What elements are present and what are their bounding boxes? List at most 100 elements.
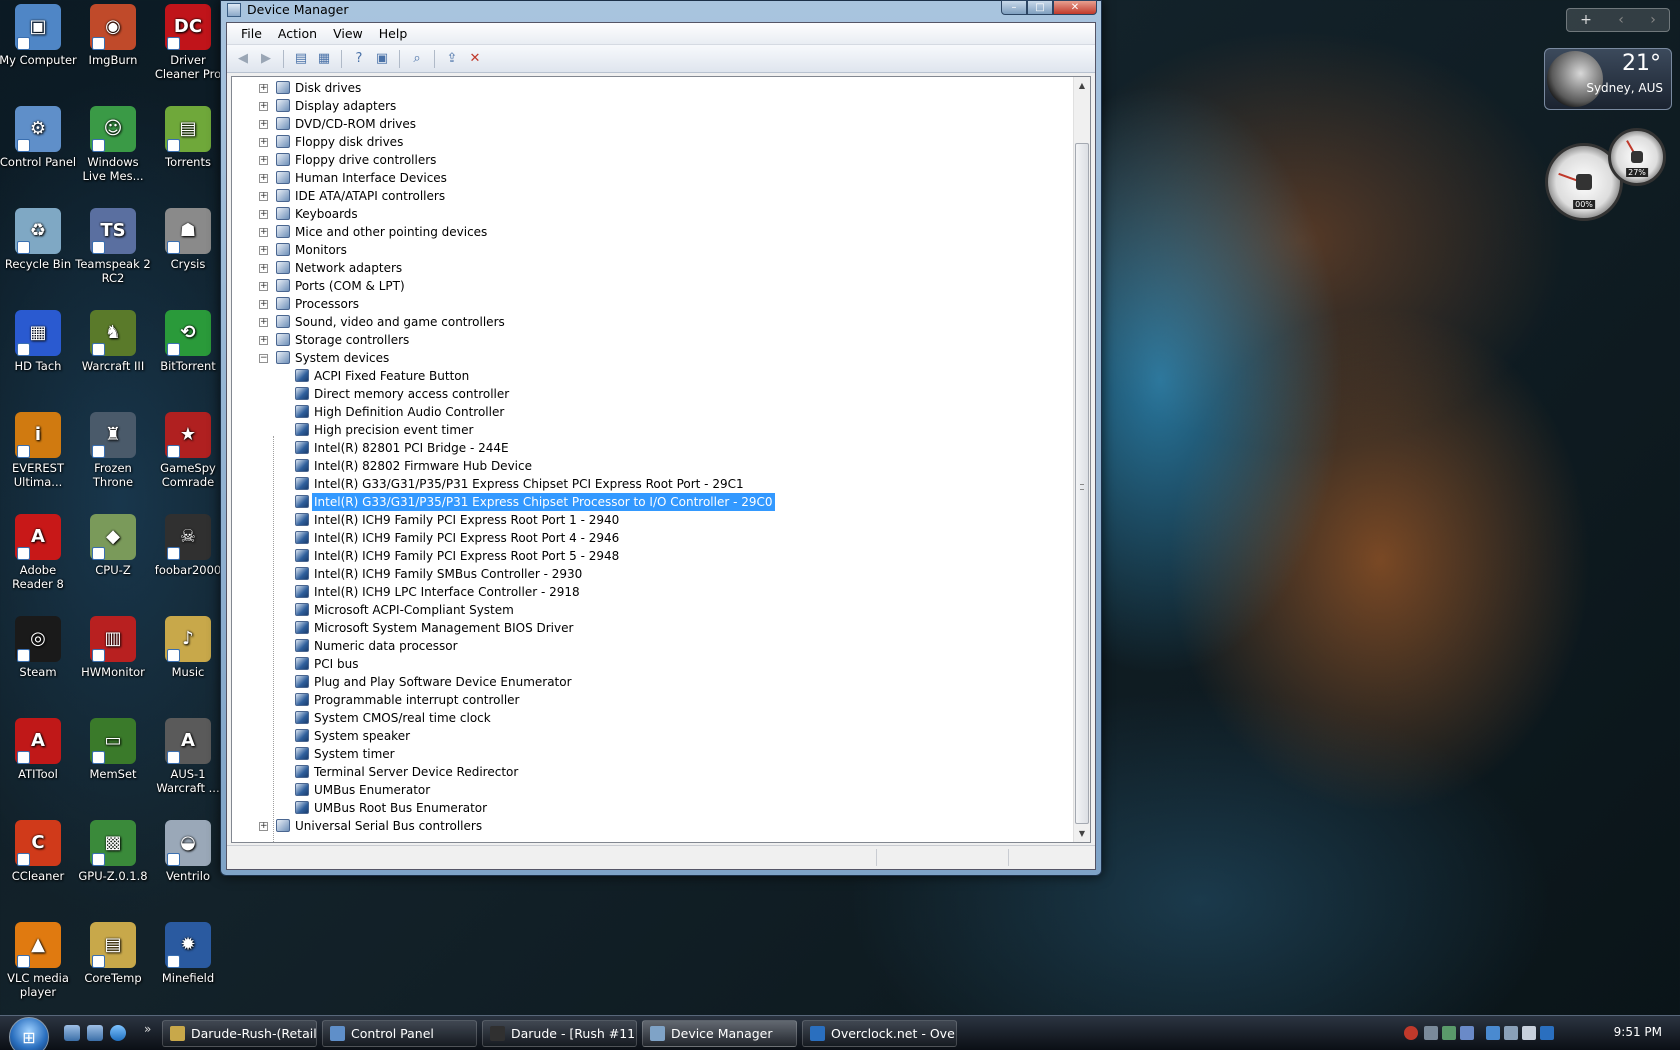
security-alert-icon[interactable] bbox=[1404, 1026, 1418, 1040]
desktop-icon[interactable]: ▦ HD Tach bbox=[0, 306, 77, 373]
expand-icon[interactable]: + bbox=[259, 120, 268, 129]
switch-windows-icon[interactable] bbox=[87, 1025, 103, 1041]
tree-device[interactable]: Numeric data processor bbox=[232, 637, 1072, 655]
desktop-icon[interactable]: ◉ ImgBurn bbox=[74, 0, 152, 67]
tree-device[interactable]: ACPI Fixed Feature Button bbox=[232, 367, 1072, 385]
minimize-button[interactable]: – bbox=[1001, 0, 1027, 15]
quicklaunch-overflow-icon[interactable]: » bbox=[144, 1022, 151, 1036]
desktop-icon[interactable]: i EVEREST Ultima... bbox=[0, 408, 77, 489]
desktop-icon[interactable]: ▲ VLC media player bbox=[0, 918, 77, 999]
desktop-icon[interactable]: ☗ Crysis bbox=[149, 204, 227, 271]
prev-gadget-icon[interactable]: ‹ bbox=[1618, 12, 1624, 28]
expand-icon[interactable]: + bbox=[259, 282, 268, 291]
tree-device[interactable]: UMBus Enumerator bbox=[232, 781, 1072, 799]
expand-icon[interactable]: + bbox=[259, 138, 268, 147]
tree-category[interactable]: + IDE ATA/ATAPI controllers bbox=[232, 187, 1072, 205]
desktop-icon[interactable]: ♪ Music bbox=[149, 612, 227, 679]
update-driver-icon[interactable]: ⇪ bbox=[442, 49, 462, 69]
tree-device[interactable]: System CMOS/real time clock bbox=[232, 709, 1072, 727]
desktop-icon[interactable]: ☠ foobar2000 bbox=[149, 510, 227, 577]
desktop-icon[interactable]: ◎ Steam bbox=[0, 612, 77, 679]
device-tree[interactable]: + Disk drives + Display adapters + DVD/CD-ROM… bbox=[231, 76, 1091, 843]
properties-icon[interactable]: ▦ bbox=[314, 49, 334, 69]
expand-icon[interactable]: + bbox=[259, 264, 268, 273]
scroll-thumb[interactable] bbox=[1075, 143, 1089, 824]
desktop-icon[interactable]: ♞ Warcraft III bbox=[74, 306, 152, 373]
tree-category[interactable]: + Floppy disk drives bbox=[232, 133, 1072, 151]
tree-device[interactable]: System timer bbox=[232, 745, 1072, 763]
tree-category[interactable]: + Keyboards bbox=[232, 205, 1072, 223]
tree-category[interactable]: + Ports (COM & LPT) bbox=[232, 277, 1072, 295]
tree-device[interactable]: Intel(R) ICH9 Family PCI Express Root Po… bbox=[232, 529, 1072, 547]
tree-category[interactable]: + Disk drives bbox=[232, 79, 1072, 97]
tree-category[interactable]: + Mice and other pointing devices bbox=[232, 223, 1072, 241]
tree-device[interactable]: Plug and Play Software Device Enumerator bbox=[232, 673, 1072, 691]
tray-app-icon[interactable] bbox=[1424, 1026, 1438, 1040]
add-gadget-icon[interactable]: + bbox=[1580, 12, 1592, 28]
desktop-icon[interactable]: ♻ Recycle Bin bbox=[0, 204, 77, 271]
tree-category[interactable]: + Monitors bbox=[232, 241, 1072, 259]
tree-device[interactable]: Intel(R) ICH9 Family SMBus Controller - … bbox=[232, 565, 1072, 583]
desktop-icon[interactable]: ⟲ BitTorrent bbox=[149, 306, 227, 373]
ram-meter-gauge[interactable]: 27% bbox=[1608, 128, 1666, 186]
tree-device[interactable]: Intel(R) G33/G31/P35/P31 Express Chipset… bbox=[232, 475, 1072, 493]
show-hide-console-tree-icon[interactable]: ▤ bbox=[291, 49, 311, 69]
desktop-icon[interactable]: ▥ HWMonitor bbox=[74, 612, 152, 679]
show-desktop-icon[interactable] bbox=[64, 1025, 80, 1041]
tree-device[interactable]: Terminal Server Device Redirector bbox=[232, 763, 1072, 781]
tree-device[interactable]: Direct memory access controller bbox=[232, 385, 1072, 403]
tree-category[interactable]: + DVD/CD-ROM drives bbox=[232, 115, 1072, 133]
internet-explorer-icon[interactable] bbox=[110, 1025, 126, 1041]
help-icon[interactable]: ? bbox=[349, 49, 369, 69]
expand-icon[interactable]: + bbox=[259, 300, 268, 309]
tree-device[interactable]: Microsoft ACPI-Compliant System bbox=[232, 601, 1072, 619]
expand-icon[interactable]: + bbox=[259, 210, 268, 219]
taskbar-button[interactable]: Darude-Rush-(Retail... bbox=[162, 1020, 317, 1047]
tree-device[interactable]: Intel(R) ICH9 Family PCI Express Root Po… bbox=[232, 511, 1072, 529]
title-bar[interactable]: Device Manager – □ ✕ bbox=[221, 0, 1101, 21]
menu-help[interactable]: Help bbox=[371, 24, 416, 43]
taskbar-button[interactable]: Control Panel bbox=[322, 1020, 477, 1047]
tree-device[interactable]: Microsoft System Management BIOS Driver bbox=[232, 619, 1072, 637]
taskbar-button[interactable]: Darude - [Rush #11]... bbox=[482, 1020, 637, 1047]
scan-hardware-icon[interactable]: ⌕ bbox=[407, 49, 427, 69]
tree-category[interactable]: + Human Interface Devices bbox=[232, 169, 1072, 187]
expand-icon[interactable]: + bbox=[259, 174, 268, 183]
tree-category[interactable]: + Floppy drive controllers bbox=[232, 151, 1072, 169]
desktop-icon[interactable]: ▭ MemSet bbox=[74, 714, 152, 781]
desktop-icon[interactable]: ♜ Frozen Throne bbox=[74, 408, 152, 489]
menu-file[interactable]: File bbox=[233, 24, 270, 43]
weather-gadget[interactable]: 21° Sydney, AUS bbox=[1544, 48, 1672, 110]
desktop-icon[interactable]: ⚙ Control Panel bbox=[0, 102, 77, 169]
menu-action[interactable]: Action bbox=[270, 24, 325, 43]
desktop-icon[interactable]: DC Driver Cleaner Pro bbox=[149, 0, 227, 81]
action-pane-icon[interactable]: ▣ bbox=[372, 49, 392, 69]
expand-icon[interactable]: + bbox=[259, 246, 268, 255]
desktop-icon[interactable]: ▤ CoreTemp bbox=[74, 918, 152, 985]
expand-icon[interactable]: + bbox=[259, 318, 268, 327]
tree-device[interactable]: UMBus Root Bus Enumerator bbox=[232, 799, 1072, 817]
tray-app-icon[interactable] bbox=[1504, 1026, 1518, 1040]
scroll-down-arrow[interactable]: ▼ bbox=[1074, 825, 1090, 842]
tree-category[interactable]: + Sound, video and game controllers bbox=[232, 313, 1072, 331]
tree-device[interactable]: Programmable interrupt controller bbox=[232, 691, 1072, 709]
desktop-icon[interactable]: A ATITool bbox=[0, 714, 77, 781]
clock[interactable]: 9:51 PM bbox=[1614, 1025, 1662, 1039]
expand-icon[interactable]: + bbox=[259, 822, 268, 831]
scroll-up-arrow[interactable]: ▲ bbox=[1074, 77, 1090, 94]
tree-category[interactable]: − System devices bbox=[232, 349, 1072, 367]
expand-icon[interactable]: + bbox=[259, 192, 268, 201]
tray-app-icon[interactable] bbox=[1460, 1026, 1474, 1040]
volume-icon[interactable] bbox=[1522, 1026, 1536, 1040]
next-gadget-icon[interactable]: › bbox=[1650, 12, 1656, 28]
expand-icon[interactable]: + bbox=[259, 84, 268, 93]
network-icon[interactable] bbox=[1486, 1026, 1500, 1040]
menu-view[interactable]: View bbox=[325, 24, 371, 43]
tree-device[interactable]: System speaker bbox=[232, 727, 1072, 745]
tree-category[interactable]: + Storage controllers bbox=[232, 331, 1072, 349]
tree-device[interactable]: Intel(R) ICH9 LPC Interface Controller -… bbox=[232, 583, 1072, 601]
tray-app-icon[interactable] bbox=[1540, 1026, 1554, 1040]
tree-device[interactable]: Intel(R) 82801 PCI Bridge - 244E bbox=[232, 439, 1072, 457]
desktop-icon[interactable]: ◆ CPU-Z bbox=[74, 510, 152, 577]
expand-icon[interactable]: + bbox=[259, 156, 268, 165]
